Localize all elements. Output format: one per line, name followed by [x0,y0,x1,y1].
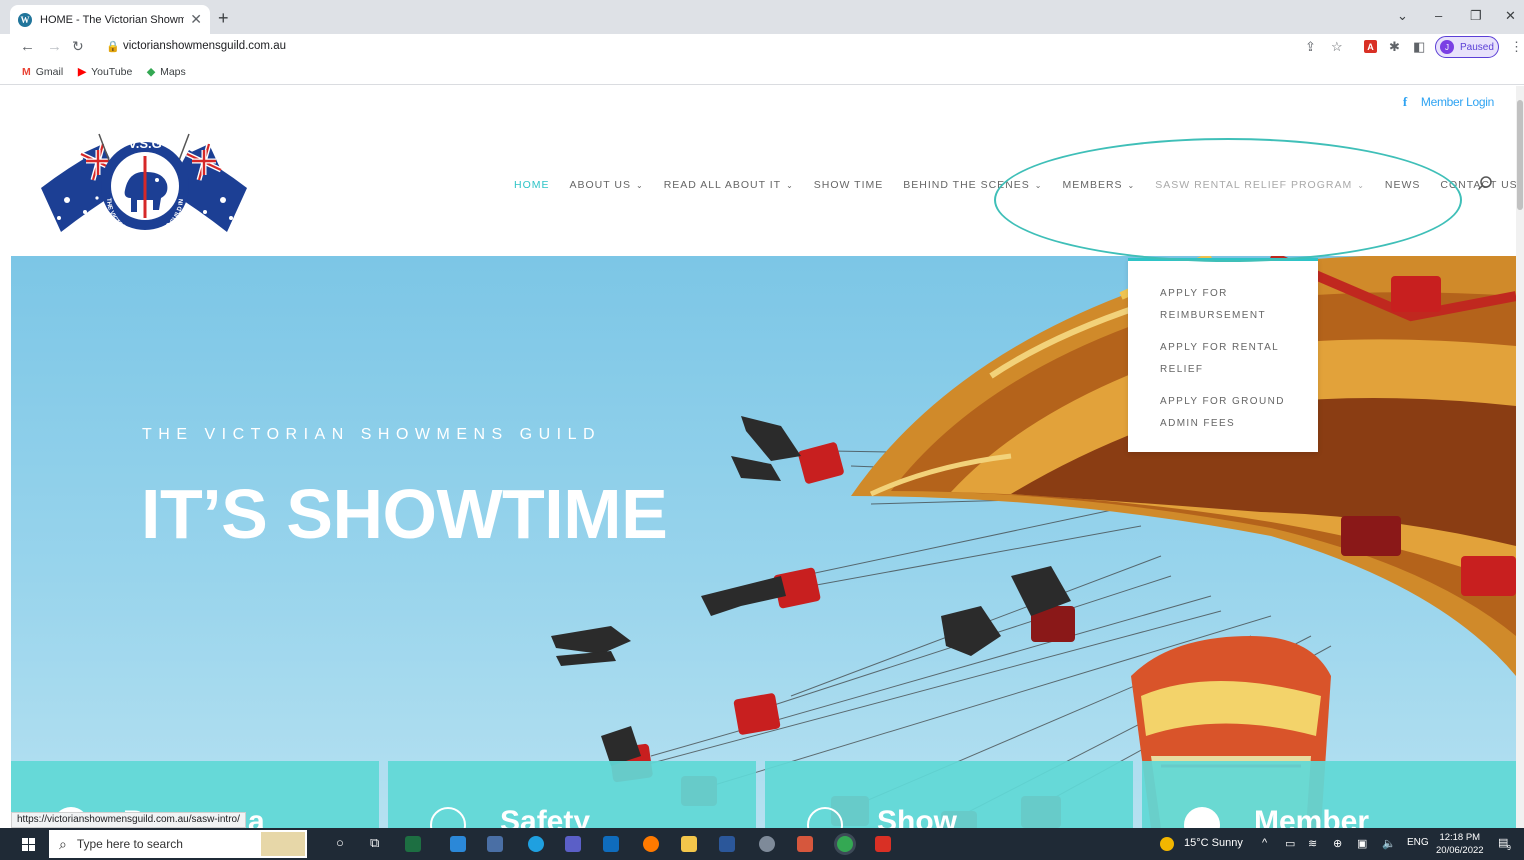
nav-news[interactable]: NEWS [1385,179,1421,191]
store-icon[interactable] [450,836,466,852]
notification-count: 9 [1507,845,1511,852]
card-show[interactable]: Show [765,761,1133,828]
card-member[interactable]: Member [1142,761,1516,828]
bookmark-maps[interactable]: ◆ Maps [147,66,186,78]
member-login-link[interactable]: f Member Login [1403,94,1494,110]
hero-title: IT’S SHOWTIME [141,475,668,553]
menu-item-apply-ground-admin-fees[interactable]: APPLY FOR GROUND ADMIN FEES [1160,391,1298,435]
close-window-button[interactable]: ✕ [1505,8,1516,24]
safety-icon [430,807,466,828]
nav-behind-the-scenes[interactable]: BEHIND THE SCENES ⌄ [903,179,1042,191]
sasw-dropdown-menu: APPLY FOR REIMBURSEMENT APPLY FOR RENTAL… [1128,258,1318,452]
side-panel-icon[interactable]: ◧ [1413,39,1425,55]
outlook-icon[interactable] [603,836,619,852]
menu-item-apply-reimbursement[interactable]: APPLY FOR REIMBURSEMENT [1160,283,1298,327]
browser-tab-active[interactable]: W HOME - The Victorian Showmen ✕ [10,5,210,34]
hero-kicker: THE VICTORIAN SHOWMENS GUILD [142,426,602,443]
extensions-puzzle-icon[interactable]: ✱ [1389,39,1400,55]
nav-sasw-rental-relief-program[interactable]: SASW RENTAL RELIEF PROGRAM ⌄ [1155,179,1365,191]
acrobat-icon[interactable] [875,836,891,852]
wordpress-icon: W [18,12,32,27]
file-explorer-icon[interactable] [681,836,697,852]
profile-status: Paused [1460,41,1494,53]
remote-desktop-icon[interactable] [759,836,775,852]
bookmark-gmail[interactable]: M Gmail [22,66,63,78]
nav-show-time[interactable]: SHOW TIME [814,179,883,191]
chevron-down-icon: ⌄ [1357,180,1365,190]
back-button[interactable]: ← [20,38,35,55]
nav-home[interactable]: HOME [514,179,550,191]
notes-icon[interactable] [487,836,503,852]
web-page: f Member Login V.S.G THE VICTORIAN SHOWM… [11,86,1516,828]
search-highlight-image [261,832,305,856]
lock-icon[interactable]: 🔒 [106,40,120,53]
address-bar[interactable]: victorianshowmensguild.com.au [123,40,286,52]
chevron-down-icon: ⌄ [1034,180,1043,190]
close-tab-icon[interactable]: ✕ [190,11,202,28]
chrome-icon[interactable] [837,836,853,852]
weather-text[interactable]: 15°C Sunny [1184,837,1243,849]
word-icon[interactable] [719,836,735,852]
windows-start-icon[interactable] [22,838,35,851]
windows-taskbar: ⌕ Type here to search ○ ⧉ 15°C Sunny ^ ▭… [0,828,1524,860]
volume-icon[interactable]: 🔈 [1382,837,1396,850]
show-icon [807,807,843,828]
acrobat-extension-icon[interactable]: A [1364,40,1377,53]
chevron-down-icon: ⌄ [1127,180,1136,190]
nav-about-us[interactable]: ABOUT US ⌄ [570,179,644,191]
globe-icon [1184,807,1220,828]
show-hidden-icons[interactable]: ^ [1262,837,1267,849]
status-url: https://victorianshowmensguild.com.au/sa… [11,812,246,828]
browser-tabstrip: W HOME - The Victorian Showmen ✕ + ⌄ – ❐… [0,0,1524,34]
menu-kebab-icon[interactable]: ⋮ [1510,39,1523,55]
display-icon[interactable]: ▣ [1357,837,1367,850]
search-icon[interactable] [1477,175,1493,191]
firefox-icon[interactable] [643,836,659,852]
tab-title: HOME - The Victorian Showmen [40,13,185,26]
card-safety[interactable]: Safety [388,761,756,828]
bookmark-star-icon[interactable]: ☆ [1331,39,1343,55]
main-nav: HOME ABOUT US ⌄ READ ALL ABOUT IT ⌄ SHOW T… [514,179,1516,191]
profile-button[interactable]: J Paused [1435,36,1499,58]
new-tab-button[interactable]: + [218,8,229,29]
meet-now-icon[interactable]: ▭ [1285,837,1295,850]
edge-icon[interactable] [528,836,544,852]
gmail-icon: M [22,66,31,78]
excel-icon[interactable] [405,836,421,852]
task-view-icon[interactable]: ⧉ [370,835,379,851]
share-icon[interactable]: ⇪ [1305,39,1316,55]
search-icon: ⌕ [59,835,67,852]
nav-members[interactable]: MEMBERS ⌄ [1062,179,1135,191]
bookmark-youtube[interactable]: ▶ YouTube [78,66,132,78]
nav-read-all-about-it[interactable]: READ ALL ABOUT IT ⌄ [664,179,794,191]
chevron-down-icon: ⌄ [635,180,644,190]
teams-icon[interactable] [565,836,581,852]
vsg-logo[interactable]: V.S.G THE VICTORIAN SHOWMENS GUILD INC. [37,128,251,244]
bookmarks-bar: M Gmail ▶ YouTube ◆ Maps [0,60,1524,85]
youtube-icon: ▶ [78,66,87,78]
scrollbar-thumb[interactable] [1517,100,1523,210]
restore-button[interactable]: ❐ [1470,8,1482,24]
browser-toolbar: ← → ↻ 🔒 victorianshowmensguild.com.au ⇪ … [0,34,1524,60]
taskbar-clock[interactable]: 12:18 PM 20/06/2022 [1436,831,1484,857]
network-icon[interactable]: ≋ [1308,837,1317,850]
globe-icon[interactable]: ⊕ [1333,837,1342,850]
forward-button[interactable]: → [47,38,62,55]
language-indicator[interactable]: ENG [1407,837,1429,848]
tab-search-icon[interactable]: ⌄ [1397,8,1408,24]
powerpoint-icon[interactable] [797,836,813,852]
minimize-button[interactable]: – [1435,8,1442,23]
reload-button[interactable]: ↻ [72,38,84,55]
avatar: J [1440,40,1454,54]
chevron-down-icon: ⌄ [786,180,794,190]
menu-item-apply-rental-relief[interactable]: APPLY FOR RENTAL RELIEF [1160,337,1298,381]
taskbar-search[interactable]: ⌕ Type here to search [49,830,307,858]
maps-icon: ◆ [147,66,156,78]
facebook-icon[interactable]: f [1403,94,1407,110]
sun-weather-icon [1160,837,1174,851]
cortana-icon[interactable]: ○ [336,835,344,850]
taskbar-search-placeholder: Type here to search [76,837,183,851]
logo-text: V.S.G [128,136,161,151]
